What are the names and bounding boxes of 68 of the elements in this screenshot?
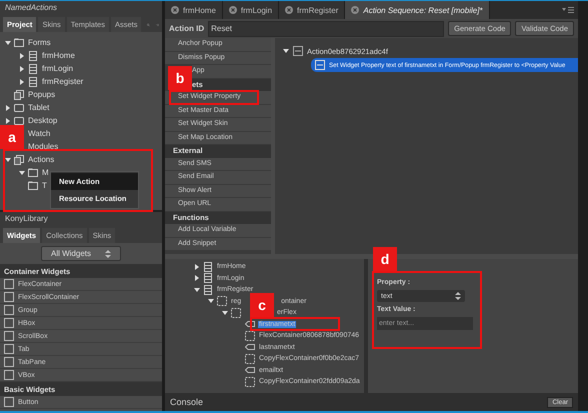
folder-icon xyxy=(14,38,24,48)
menu-icon xyxy=(562,6,574,14)
widget-icon xyxy=(4,397,14,407)
popup-icon xyxy=(14,154,24,164)
textbox-icon xyxy=(245,342,255,352)
popup-icon xyxy=(14,90,24,100)
annotation-label: b xyxy=(168,66,192,90)
tree-item[interactable]: frmHome xyxy=(41,51,76,60)
annotation-label: c xyxy=(250,293,274,317)
action-icon xyxy=(293,46,303,56)
step-icon xyxy=(315,60,325,70)
textbox-icon xyxy=(245,319,255,330)
tree-item[interactable]: Tablet xyxy=(27,103,50,112)
editor-tab[interactable]: frmRegister xyxy=(279,1,346,19)
panel-title[interactable]: KonyLibrary xyxy=(0,212,162,226)
tree-item[interactable]: T xyxy=(41,181,48,190)
collapsed-caret-icon[interactable] xyxy=(18,52,24,58)
tree-item[interactable]: Modules xyxy=(27,142,60,151)
panel-title[interactable]: NamedActions xyxy=(0,1,162,15)
tree-item[interactable]: frmLogin xyxy=(41,64,74,73)
collapsed-caret-icon[interactable] xyxy=(194,264,200,270)
collapsed-caret-icon[interactable] xyxy=(18,66,24,72)
folder-icon xyxy=(28,168,38,178)
expanded-caret-icon[interactable] xyxy=(4,156,10,162)
container-icon xyxy=(245,354,255,364)
tree-item[interactable]: Actions xyxy=(27,155,56,164)
console-title: Console xyxy=(170,397,204,407)
editor-tab[interactable]: frmLogin xyxy=(222,1,280,19)
container-icon xyxy=(217,296,227,306)
folder-icon xyxy=(28,180,38,190)
tree-item[interactable]: Watch xyxy=(27,129,52,138)
close-icon xyxy=(171,6,179,14)
collapsed-caret-icon[interactable] xyxy=(4,104,10,110)
annotation-label: d xyxy=(373,247,397,271)
close-icon xyxy=(351,6,360,14)
expanded-caret-icon[interactable] xyxy=(4,40,10,46)
expanded-caret-icon[interactable] xyxy=(194,286,200,293)
collapsed-caret-icon[interactable] xyxy=(194,275,200,282)
close-icon xyxy=(228,6,237,14)
tree-item[interactable]: Forms xyxy=(27,38,52,47)
collapsed-caret-icon[interactable] xyxy=(18,78,24,84)
form-icon xyxy=(28,76,38,86)
tree-item[interactable]: Popups xyxy=(27,90,56,99)
form-icon xyxy=(203,273,213,284)
expanded-caret-icon[interactable] xyxy=(222,310,228,316)
container-icon xyxy=(245,330,255,341)
form-icon xyxy=(203,284,213,295)
expanded-caret-icon[interactable] xyxy=(208,298,214,304)
tree-item[interactable]: Desktop xyxy=(27,116,58,125)
textbox-icon xyxy=(245,365,255,376)
expanded-caret-icon[interactable] xyxy=(283,48,289,54)
spinner-arrows-icon xyxy=(455,292,461,300)
container-icon xyxy=(245,376,255,387)
close-icon xyxy=(285,6,294,14)
filter-dropdown[interactable]: All Widgets xyxy=(41,246,121,261)
tree-item[interactable]: M xyxy=(41,168,50,177)
tree-item[interactable]: frmRegister xyxy=(41,77,84,86)
expanded-caret-icon[interactable] xyxy=(18,170,24,176)
action-id-field[interactable]: Reset xyxy=(208,20,444,36)
container-icon xyxy=(231,308,241,318)
action-id-label: Action ID xyxy=(169,24,204,33)
annotation-label: a xyxy=(0,125,24,149)
form-icon xyxy=(203,262,213,272)
editor-tab[interactable]: frmHome xyxy=(165,1,223,19)
editor-tab[interactable]: Action Sequence: Reset [mobile]* xyxy=(345,1,490,19)
form-icon xyxy=(28,50,38,60)
spinner-arrows-icon xyxy=(105,250,111,258)
form-icon xyxy=(28,64,38,74)
